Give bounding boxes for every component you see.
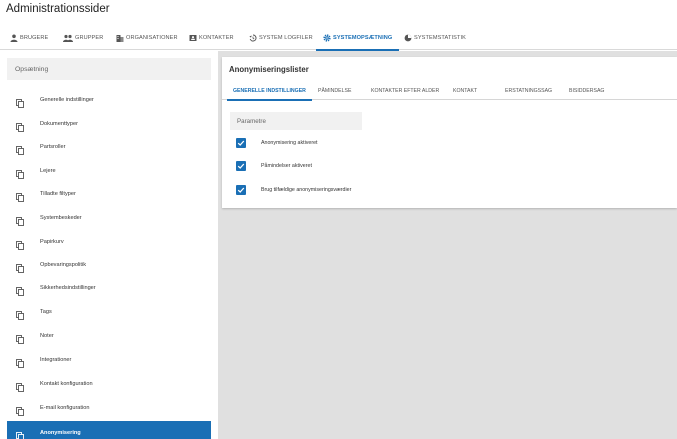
gear-icon (323, 34, 331, 42)
tab-label: SYSTEMOPSÆTNING (333, 35, 393, 41)
sidebar-item-lejere[interactable]: Lejere (7, 159, 211, 182)
sidebar-item-papirkurv[interactable]: Papirkurv (7, 230, 211, 253)
copy-icon (16, 213, 24, 226)
group-icon (63, 34, 73, 42)
checkmark-icon (237, 140, 245, 146)
tab-systemstatistik[interactable]: SYSTEMSTATISTIK (404, 26, 466, 50)
copy-icon (16, 237, 24, 250)
tab-label: ORGANISATIONER (126, 35, 178, 41)
tab-label: SYSTEMSTATISTIK (414, 35, 466, 41)
history-icon (249, 34, 257, 42)
tab-generelle-indstillinger[interactable]: GENERELLE INDSTILLINGER (227, 81, 312, 101)
sidebar-item-label: Noter (40, 332, 54, 339)
sidebar-item-label: Sikkerhedsindstillinger (40, 284, 96, 291)
copy-icon (16, 189, 24, 202)
sidebar-item-partsroller[interactable]: Partsroller (7, 135, 211, 158)
checkmark-icon (237, 163, 245, 169)
copy-icon (16, 283, 24, 296)
tab-grupper[interactable]: GRUPPER (63, 26, 103, 50)
checkmark-icon (237, 187, 245, 193)
tab-kontakter[interactable]: KONTAKTER (189, 26, 234, 50)
tab-label: GRUPPER (75, 35, 104, 41)
sidebar-item-email-konfiguration[interactable]: E-mail konfiguration (7, 396, 211, 419)
tab-kontakt[interactable]: KONTAKT (453, 81, 477, 100)
copy-icon (16, 166, 24, 179)
tab-label: BRUGERE (20, 35, 49, 41)
settings-panel: Anonymiseringslister GENERELLE INDSTILLI… (222, 57, 677, 208)
tab-paamindelse[interactable]: PÅMINDELSE (318, 81, 351, 100)
top-tabs: BRUGERE GRUPPER ORGANISATIONER KONTAKTER… (0, 26, 677, 51)
checkbox-row: Påmindelser aktiveret (236, 160, 312, 172)
copy-icon (16, 428, 24, 439)
sidebar-item-label: Anonymisering (40, 429, 81, 436)
sidebar-item-sikkerhedsindstillinger[interactable]: Sikkerhedsindstillinger (7, 276, 211, 299)
checkbox-label: Brug tilfældige anonymiseringsværdier (261, 187, 352, 193)
tab-system-logfiler[interactable]: SYSTEM LOGFILER (249, 26, 313, 50)
sidebar-item-label: Integrationer (40, 356, 72, 363)
sidebar-item-kontakt-konfiguration[interactable]: Kontakt konfiguration (7, 372, 211, 395)
sidebar-item-label: Tags (40, 308, 52, 315)
sidebar-item-label: Dokumenttyper (40, 120, 78, 127)
sidebar-item-systembeskeder[interactable]: Systembeskeder (7, 206, 211, 229)
sidebar-item-dokumenttyper[interactable]: Dokumenttyper (7, 112, 211, 135)
panel-title: Anonymiseringslister (229, 65, 309, 74)
checkbox-tilfaeldige-anonymiseringsvaerdier[interactable] (236, 185, 246, 195)
sidebar-header: Opsætning (7, 58, 211, 80)
sidebar-item-tilladte-filtyper[interactable]: Tilladte filtyper (7, 182, 211, 205)
tab-brugere[interactable]: BRUGERE (10, 26, 48, 50)
sidebar: Opsætning Generelle indstillinger Dokume… (7, 58, 211, 439)
tab-label: KONTAKTER (199, 35, 234, 41)
panel-tabs: GENERELLE INDSTILLINGER PÅMINDELSE KONTA… (222, 81, 677, 101)
sidebar-item-tags[interactable]: Tags (7, 300, 211, 323)
organization-icon (116, 34, 124, 42)
copy-icon (16, 119, 24, 132)
sidebar-item-label: Partsroller (40, 143, 66, 150)
parameters-header: Parametre (230, 112, 362, 130)
sidebar-item-label: Papirkurv (40, 238, 64, 245)
tab-erstatningssag[interactable]: ERSTATNINGSSAG (505, 81, 552, 100)
sidebar-item-label: Systembeskeder (40, 214, 82, 221)
sidebar-item-label: E-mail konfiguration (40, 404, 90, 411)
sidebar-item-label: Opbevaringspolitik (40, 261, 87, 268)
checkbox-row: Brug tilfældige anonymiseringsværdier (236, 184, 351, 196)
contact-card-icon (189, 34, 197, 42)
sidebar-item-anonymisering[interactable]: Anonymisering (7, 421, 211, 439)
tab-kontakter-efter-alder[interactable]: KONTAKTER EFTER ALDER (371, 81, 439, 100)
copy-icon (16, 331, 24, 344)
checkbox-anonymisering-aktiveret[interactable] (236, 138, 246, 148)
sidebar-item-label: Lejere (40, 167, 56, 174)
checkbox-paamindelser-aktiveret[interactable] (236, 161, 246, 171)
copy-icon (16, 142, 24, 155)
tab-systemopsaetning[interactable]: SYSTEMOPSÆTNING (315, 26, 400, 51)
copy-icon (16, 260, 24, 273)
checkbox-row: Anonymisering aktiveret (236, 137, 318, 149)
copy-icon (16, 355, 24, 368)
tab-label: SYSTEM LOGFILER (259, 35, 313, 41)
pie-chart-icon (404, 34, 412, 42)
copy-icon (16, 95, 24, 108)
content-area: Opsætning Generelle indstillinger Dokume… (0, 51, 677, 439)
checkbox-label: Anonymisering aktiveret (261, 140, 318, 146)
tab-bisiddersag[interactable]: BISIDDERSAG (569, 81, 604, 100)
sidebar-item-label: Tilladte filtyper (40, 190, 76, 197)
sidebar-item-generelle-indstillinger[interactable]: Generelle indstillinger (7, 88, 211, 111)
copy-icon (16, 307, 24, 320)
sidebar-item-noter[interactable]: Noter (7, 324, 211, 347)
copy-icon (16, 403, 24, 416)
person-icon (10, 34, 18, 42)
page-title: Administrationssider (6, 3, 110, 15)
sidebar-item-label: Kontakt konfiguration (40, 380, 93, 387)
checkbox-label: Påmindelser aktiveret (261, 163, 312, 169)
sidebar-item-label: Generelle indstillinger (40, 96, 94, 103)
tab-organisationer[interactable]: ORGANISATIONER (116, 26, 178, 50)
sidebar-item-integrationer[interactable]: Integrationer (7, 348, 211, 371)
copy-icon (16, 379, 24, 392)
sidebar-item-opbevaringspolitik[interactable]: Opbevaringspolitik (7, 253, 211, 276)
